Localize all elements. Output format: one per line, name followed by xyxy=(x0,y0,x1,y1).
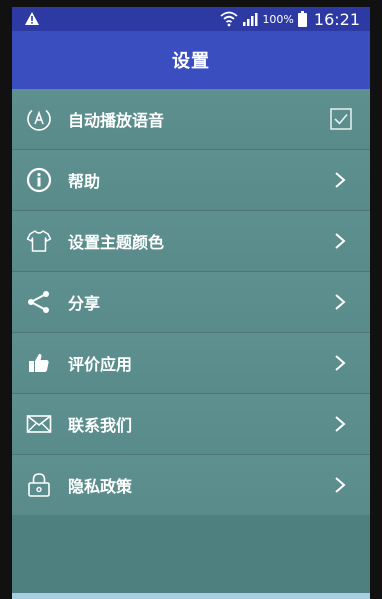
battery-percent: 100% xyxy=(262,12,294,26)
phone-screen: 100% 16:21 设置 自动播放语音 帮助 设置主题颜色 分享 评价应用 联… xyxy=(12,7,370,599)
auto-play-icon xyxy=(27,109,51,131)
settings-item-label: 联系我们 xyxy=(68,416,133,435)
wifi-icon xyxy=(220,11,239,27)
chevron-right-icon xyxy=(335,294,346,310)
status-time: 16:21 xyxy=(313,9,360,29)
settings-item-privacy-policy[interactable]: 隐私政策 xyxy=(12,455,370,516)
settings-list: 自动播放语音 帮助 设置主题颜色 分享 评价应用 联系我们 隐私政策 xyxy=(12,89,370,516)
settings-item-label: 自动播放语音 xyxy=(68,111,165,130)
chevron-right-icon xyxy=(335,355,346,371)
lock-icon xyxy=(28,473,50,497)
settings-item-contact-us[interactable]: 联系我们 xyxy=(12,394,370,455)
app-bar: 设置 xyxy=(12,31,370,89)
settings-item-help[interactable]: 帮助 xyxy=(12,150,370,211)
status-icons: 100% 16:21 xyxy=(220,9,360,29)
warning-icon xyxy=(25,12,39,25)
auto-play-checkbox[interactable] xyxy=(330,108,352,130)
info-icon xyxy=(26,167,52,193)
chevron-right-icon xyxy=(335,477,346,493)
signal-icon xyxy=(243,13,258,26)
settings-item-label: 设置主题颜色 xyxy=(68,233,165,252)
settings-item-rate-app[interactable]: 评价应用 xyxy=(12,333,370,394)
chevron-right-icon xyxy=(335,416,346,432)
settings-item-theme-color[interactable]: 设置主题颜色 xyxy=(12,211,370,272)
chevron-right-icon xyxy=(335,172,346,188)
empty-area xyxy=(12,515,370,599)
settings-item-label: 隐私政策 xyxy=(68,477,133,496)
shirt-icon xyxy=(26,230,52,252)
battery-icon xyxy=(297,11,307,27)
bottom-strip xyxy=(12,593,370,599)
share-icon xyxy=(28,291,49,313)
settings-item-share[interactable]: 分享 xyxy=(12,272,370,333)
settings-item-auto-play[interactable]: 自动播放语音 xyxy=(12,89,370,150)
settings-item-label: 评价应用 xyxy=(68,355,133,374)
settings-item-label: 帮助 xyxy=(68,172,101,191)
thumbs-up-icon xyxy=(29,353,49,372)
page-title: 设置 xyxy=(172,51,210,72)
chevron-right-icon xyxy=(335,233,346,249)
status-bar: 100% 16:21 xyxy=(12,7,370,31)
settings-item-label: 分享 xyxy=(68,294,101,313)
mail-icon xyxy=(26,415,52,433)
